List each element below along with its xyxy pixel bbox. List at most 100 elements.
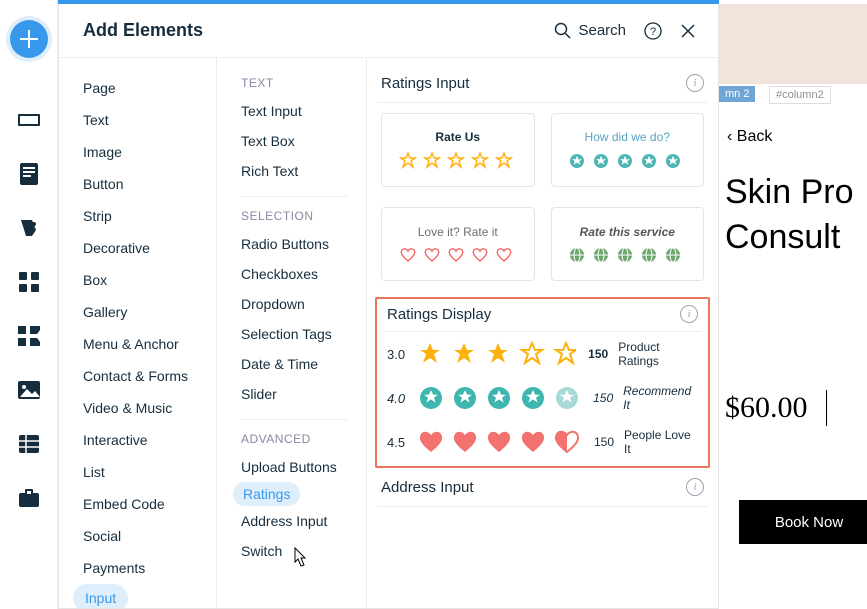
category-image[interactable]: Image xyxy=(59,136,216,168)
label-text: Product Ratings xyxy=(618,340,698,368)
card-title: Rate Us xyxy=(435,130,480,144)
sub-rich-text[interactable]: Rich Text xyxy=(217,156,366,186)
category-page[interactable]: Page xyxy=(59,72,216,104)
divider xyxy=(241,419,348,420)
category-interactive[interactable]: Interactive xyxy=(59,424,216,456)
star-circle-row-icon xyxy=(418,385,581,411)
sub-ratings[interactable]: Ratings xyxy=(233,482,300,506)
sub-upload-buttons[interactable]: Upload Buttons xyxy=(217,452,366,482)
ratings-display-row-gold[interactable]: 3.0 150 Product Ratings xyxy=(383,332,702,376)
ratings-display-highlight: Ratings Display i 3.0 150 xyxy=(375,297,710,468)
heart-row-icon xyxy=(418,430,582,454)
ratings-display-row-heart[interactable]: 4.5 xyxy=(383,420,702,464)
sub-date-time[interactable]: Date & Time xyxy=(217,349,366,379)
add-elements-button[interactable] xyxy=(10,20,48,58)
ratings-input-card-teal[interactable]: How did we do? xyxy=(551,113,705,187)
info-icon[interactable]: i xyxy=(686,74,704,92)
card-title: How did we do? xyxy=(585,130,670,144)
content-manager-icon[interactable] xyxy=(16,431,42,457)
ratings-display-row-teal[interactable]: 4.0 150 Recommend It xyxy=(383,376,702,420)
sub-checkboxes[interactable]: Checkboxes xyxy=(217,259,366,289)
element-preview-panel: Ratings Input i Rate Us xyxy=(367,58,718,608)
category-decorative[interactable]: Decorative xyxy=(59,232,216,264)
search-button[interactable]: Search xyxy=(554,22,626,40)
sub-dropdown[interactable]: Dropdown xyxy=(217,289,366,319)
label-text: People Love It xyxy=(624,428,698,456)
selection-tag-column2[interactable]: #column2 xyxy=(769,86,831,104)
add-apps-icon[interactable] xyxy=(16,269,42,295)
service-title: Skin ProConsult xyxy=(725,170,854,260)
media-icon[interactable] xyxy=(16,377,42,403)
section-title-ratings-display: Ratings Display xyxy=(387,306,680,323)
search-icon xyxy=(554,22,572,40)
star-row-icon xyxy=(567,152,687,170)
service-price: $60.00 xyxy=(725,391,808,425)
sub-text-input[interactable]: Text Input xyxy=(217,96,366,126)
score-text: 4.5 xyxy=(387,435,412,450)
count-text: 150 xyxy=(593,391,613,405)
divider xyxy=(241,196,348,197)
app-market-icon[interactable] xyxy=(16,323,42,349)
category-video-music[interactable]: Video & Music xyxy=(59,392,216,424)
sub-radio-buttons[interactable]: Radio Buttons xyxy=(217,229,366,259)
back-link-label: Back xyxy=(737,128,773,145)
subheader-advanced: ADVANCED xyxy=(217,432,366,452)
globe-row-icon xyxy=(567,247,687,263)
page-sections-icon[interactable] xyxy=(16,161,42,187)
star-row-icon xyxy=(398,152,518,170)
subheader-selection: SELECTION xyxy=(217,209,366,229)
category-embed-code[interactable]: Embed Code xyxy=(59,488,216,520)
count-text: 150 xyxy=(594,435,614,449)
sub-text-box[interactable]: Text Box xyxy=(217,126,366,156)
category-menu-anchor[interactable]: Menu & Anchor xyxy=(59,328,216,360)
section-title-ratings-input: Ratings Input xyxy=(381,75,686,92)
ratings-input-card-gold[interactable]: Rate Us xyxy=(381,113,535,187)
category-list-item[interactable]: List xyxy=(59,456,216,488)
score-text: 3.0 xyxy=(387,347,411,362)
category-payments[interactable]: Payments xyxy=(59,552,216,584)
category-contact-forms[interactable]: Contact & Forms xyxy=(59,360,216,392)
heart-row-icon xyxy=(398,247,518,263)
category-strip[interactable]: Strip xyxy=(59,200,216,232)
ratings-input-card-heart[interactable]: Love it? Rate it xyxy=(381,207,535,281)
hero-image-crop xyxy=(719,4,867,84)
help-button[interactable]: ? xyxy=(644,22,662,40)
search-label: Search xyxy=(578,22,626,39)
site-pages-icon[interactable] xyxy=(16,107,42,133)
card-title: Love it? Rate it xyxy=(418,225,498,239)
card-title: Rate this service xyxy=(580,225,675,239)
score-text: 4.0 xyxy=(387,391,412,406)
category-button[interactable]: Button xyxy=(59,168,216,200)
close-button[interactable] xyxy=(680,23,696,39)
star-row-icon xyxy=(417,341,576,367)
category-list: Page Text Image Button Strip Decorative … xyxy=(59,58,217,608)
ratings-input-card-globe[interactable]: Rate this service xyxy=(551,207,705,281)
category-gallery[interactable]: Gallery xyxy=(59,296,216,328)
category-text[interactable]: Text xyxy=(59,104,216,136)
subcategory-list: TEXT Text Input Text Box Rich Text SELEC… xyxy=(217,58,367,608)
section-title-address-input: Address Input xyxy=(381,479,686,496)
subheader-text: TEXT xyxy=(217,76,366,96)
add-elements-panel: Add Elements Search ? Page Text Image Bu… xyxy=(58,4,719,609)
label-text: Recommend It xyxy=(623,384,698,412)
panel-title: Add Elements xyxy=(83,20,554,41)
site-design-icon[interactable] xyxy=(16,215,42,241)
info-icon[interactable]: i xyxy=(680,305,698,323)
sub-address-input[interactable]: Address Input xyxy=(217,506,366,536)
category-input[interactable]: Input xyxy=(73,584,128,608)
left-toolbar xyxy=(0,0,58,609)
category-social[interactable]: Social xyxy=(59,520,216,552)
selection-tag-column[interactable]: mn 2 xyxy=(719,86,755,102)
sub-slider[interactable]: Slider xyxy=(217,379,366,409)
count-text: 150 xyxy=(588,347,608,361)
back-link[interactable]: ‹ Back xyxy=(727,128,772,146)
sub-switch[interactable]: Switch xyxy=(217,536,366,566)
category-box[interactable]: Box xyxy=(59,264,216,296)
book-now-button[interactable]: Book Now xyxy=(739,500,867,544)
page-canvas: mn 2 #column2 ‹ Back Skin ProConsult $60… xyxy=(719,0,867,609)
sub-selection-tags[interactable]: Selection Tags xyxy=(217,319,366,349)
business-icon[interactable] xyxy=(16,485,42,511)
divider xyxy=(826,390,827,426)
info-icon[interactable]: i xyxy=(686,478,704,496)
svg-text:?: ? xyxy=(650,26,656,38)
